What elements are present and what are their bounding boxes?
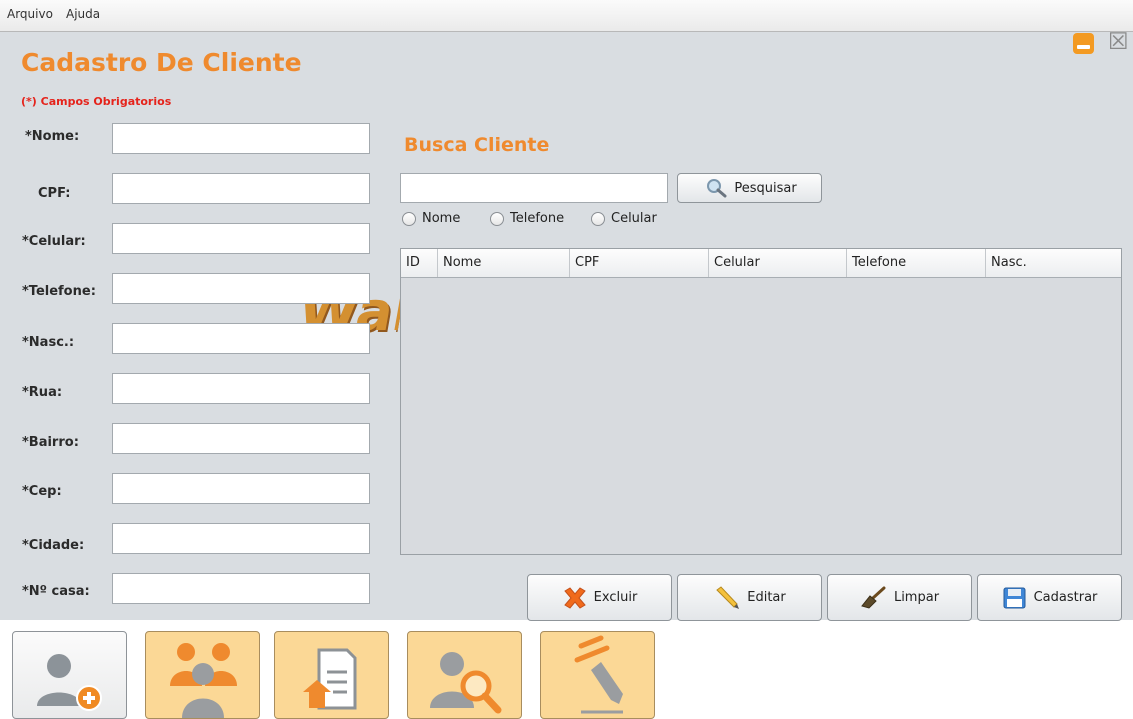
radio-nome[interactable]: Nome <box>402 211 460 226</box>
delete-x-icon <box>563 586 586 609</box>
user-search-icon <box>430 652 502 714</box>
magnifier-icon <box>707 179 727 198</box>
nav-clients-tile[interactable] <box>145 631 260 719</box>
results-table[interactable]: ID Nome CPF Celular Telefone Nasc. <box>400 248 1122 555</box>
pesquisar-button[interactable]: Pesquisar <box>677 173 822 203</box>
document-upload-icon <box>303 648 357 710</box>
pencil-icon <box>716 585 740 609</box>
nasc-field[interactable] <box>112 323 370 354</box>
users-group-icon <box>170 643 237 718</box>
radio-telefone-label: Telefone <box>510 211 565 226</box>
telefone-field[interactable] <box>112 273 370 304</box>
limpar-label: Limpar <box>893 590 940 605</box>
broom-icon <box>861 586 886 609</box>
radio-circle[interactable] <box>490 211 504 226</box>
rua-field[interactable] <box>112 373 370 404</box>
nav-add-client-tile[interactable] <box>12 631 127 719</box>
cidade-label: *Cidade: <box>22 538 85 553</box>
editar-label: Editar <box>747 590 786 605</box>
search-title: Busca Cliente <box>404 134 550 156</box>
nav-edit-tile[interactable] <box>540 631 655 719</box>
radio-celular-label: Celular <box>611 211 657 226</box>
search-input[interactable] <box>400 173 668 203</box>
column-header-telefone[interactable]: Telefone <box>847 249 986 277</box>
radio-circle[interactable] <box>402 211 416 226</box>
editar-button[interactable]: Editar <box>677 574 822 621</box>
limpar-button[interactable]: Limpar <box>827 574 972 621</box>
excluir-label: Excluir <box>593 590 638 605</box>
numero-casa-label: *Nº casa: <box>22 584 90 599</box>
column-header-nasc[interactable]: Nasc. <box>986 249 1121 277</box>
celular-field[interactable] <box>112 223 370 254</box>
radio-circle[interactable] <box>591 211 605 226</box>
radio-telefone[interactable]: Telefone <box>490 211 564 226</box>
telefone-label: *Telefone: <box>22 284 96 299</box>
nome-field[interactable] <box>112 123 370 154</box>
pesquisar-label: Pesquisar <box>734 180 797 196</box>
page-title: Cadastro De Cliente <box>21 48 302 77</box>
cpf-field[interactable] <box>112 173 370 204</box>
minimize-icon[interactable] <box>1073 33 1094 54</box>
nome-label: *Nome: <box>25 129 80 144</box>
cadastrar-button[interactable]: Cadastrar <box>977 574 1122 621</box>
close-icon[interactable]: ☒ <box>1108 31 1129 54</box>
excluir-button[interactable]: Excluir <box>527 574 672 621</box>
cadastrar-label: Cadastrar <box>1033 590 1098 605</box>
menu-bar: Arquivo Ajuda <box>0 0 1133 32</box>
nav-report-tile[interactable] <box>274 631 389 719</box>
rua-label: *Rua: <box>22 385 63 400</box>
menu-ajuda[interactable]: Ajuda <box>66 7 100 21</box>
column-header-cpf[interactable]: CPF <box>570 249 709 277</box>
radio-nome-label: Nome <box>422 211 461 226</box>
floppy-disk-icon <box>1003 587 1026 608</box>
cep-field[interactable] <box>112 473 370 504</box>
nasc-label: *Nasc.: <box>22 335 75 350</box>
bairro-field[interactable] <box>112 423 370 454</box>
radio-celular[interactable]: Celular <box>591 211 657 226</box>
cidade-field[interactable] <box>112 523 370 554</box>
add-user-icon <box>37 654 102 711</box>
nav-search-client-tile[interactable] <box>407 631 522 719</box>
pencil-edit-icon <box>574 635 623 714</box>
column-header-id[interactable]: ID <box>401 249 438 277</box>
column-header-celular[interactable]: Celular <box>709 249 847 277</box>
cpf-label: CPF: <box>38 186 71 201</box>
column-header-nome[interactable]: Nome <box>438 249 570 277</box>
menu-arquivo[interactable]: Arquivo <box>7 7 53 21</box>
table-header: ID Nome CPF Celular Telefone Nasc. <box>401 249 1121 278</box>
cep-label: *Cep: <box>22 484 62 499</box>
required-fields-note: (*) Campos Obrigatorios <box>21 95 172 108</box>
celular-label: *Celular: <box>22 234 86 249</box>
bairro-label: *Bairro: <box>22 435 79 450</box>
numero-casa-field[interactable] <box>112 573 370 604</box>
